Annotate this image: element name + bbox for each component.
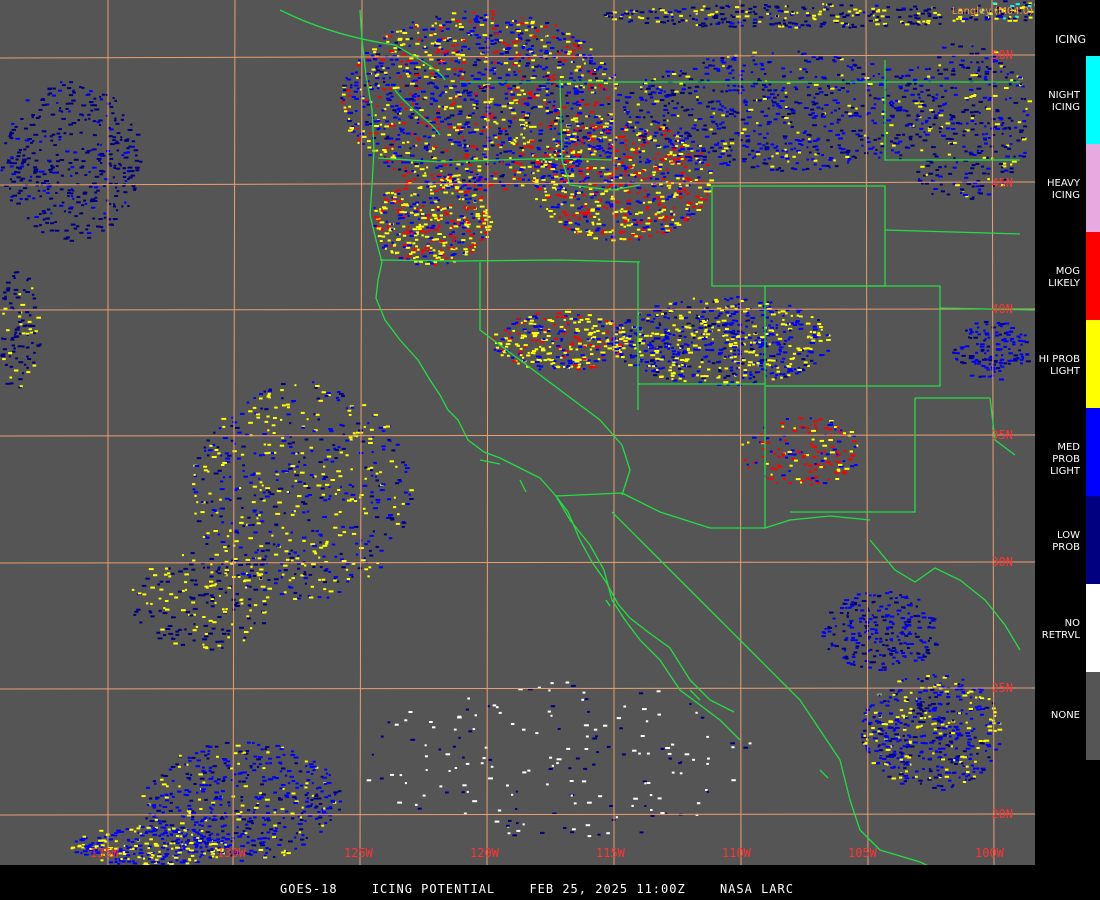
icing-potential-layer bbox=[0, 0, 1035, 865]
gridline-30n bbox=[0, 561, 1035, 564]
legend-label: MOG LIKELY bbox=[1048, 266, 1080, 289]
map-canvas bbox=[0, 0, 1035, 865]
lon-label-135w: 135W bbox=[90, 846, 119, 860]
coastline-baja-west bbox=[555, 495, 741, 741]
lat-label-30n: 30N bbox=[991, 555, 1013, 569]
footer-caption: GOES-18 ICING POTENTIAL FEB 25, 2025 11:… bbox=[0, 882, 1100, 900]
legend-item-mog-likely: MOG LIKELY bbox=[1035, 232, 1100, 320]
gridline-35n bbox=[0, 434, 1035, 437]
lat-label-40n: 40N bbox=[991, 302, 1013, 316]
lat-lon-grid bbox=[0, 0, 1035, 865]
footer-agency: NASA LARC bbox=[719, 882, 794, 896]
coastline-islands bbox=[479, 459, 829, 779]
legend-item-heavy-icing: HEAVY ICING bbox=[1035, 144, 1100, 232]
footer-satellite: GOES-18 bbox=[280, 882, 338, 896]
legend-item-no-retrvl: NO RETRVL bbox=[1035, 584, 1100, 672]
border-us-mex bbox=[555, 492, 871, 529]
legend-item-night-icing: NIGHT ICING bbox=[1035, 56, 1100, 144]
lon-label-105w: 105W bbox=[848, 846, 877, 860]
lon-label-110w: 110W bbox=[722, 846, 751, 860]
lon-label-130w: 130W bbox=[217, 846, 246, 860]
legend-item-none: NONE bbox=[1035, 672, 1100, 760]
lat-label-45n: 45N bbox=[991, 176, 1013, 190]
legend-item-low-prob: LOW PROB bbox=[1035, 496, 1100, 584]
lat-label-25n: 25N bbox=[991, 681, 1013, 695]
legend-label: NIGHT ICING bbox=[1048, 90, 1080, 113]
legend-swatch bbox=[1086, 408, 1100, 496]
legend-swatch bbox=[1086, 320, 1100, 408]
legend-swatch bbox=[1086, 56, 1100, 144]
legend-label: HEAVY ICING bbox=[1047, 178, 1080, 201]
legend-item-med-prob-light: MED PROB LIGHT bbox=[1035, 408, 1100, 496]
coastline-puget bbox=[279, 9, 446, 136]
legend-item-hi-prob-light: HI PROB LIGHT bbox=[1035, 320, 1100, 408]
legend-label: MED PROB LIGHT bbox=[1050, 442, 1080, 477]
legend-label: HI PROB LIGHT bbox=[1038, 354, 1080, 377]
lat-label-35n: 35N bbox=[991, 428, 1013, 442]
legend-label: LOW PROB bbox=[1052, 530, 1080, 553]
border-ca-az bbox=[621, 444, 631, 496]
legend-swatch bbox=[1086, 672, 1100, 760]
footer-datetime: FEB 25, 2025 11:00Z bbox=[529, 882, 686, 896]
border-wy bbox=[711, 185, 886, 287]
legend-label: NONE bbox=[1050, 710, 1080, 721]
legend-label: NO RETRVL bbox=[1041, 618, 1080, 641]
legend: ICING NIGHT ICING HEAVY ICING MOG LIKELY… bbox=[1035, 0, 1100, 900]
lat-label-20n: 20N bbox=[991, 807, 1013, 821]
lon-label-100w: 100W bbox=[975, 846, 1004, 860]
legend-swatch bbox=[1086, 232, 1100, 320]
gridline-25n bbox=[0, 687, 1035, 690]
icing-map: 50N 45N 40N 35N 30N 25N 20N 135W 130W 12… bbox=[0, 0, 1035, 865]
credit-label: Langley (M04.0) bbox=[951, 6, 1033, 17]
gridline-40n bbox=[0, 308, 1035, 311]
legend-swatch bbox=[1086, 144, 1100, 232]
footer-product: ICING POTENTIAL bbox=[371, 882, 496, 896]
legend-title: ICING bbox=[1055, 33, 1086, 46]
lon-label-115w: 115W bbox=[596, 846, 625, 860]
lat-label-50n: 50N bbox=[991, 48, 1013, 62]
gridline-45n bbox=[0, 181, 1035, 186]
gridline-130w bbox=[232, 0, 236, 865]
legend-swatch bbox=[1086, 496, 1100, 584]
gridline-110w bbox=[739, 0, 742, 865]
lon-label-125w: 125W bbox=[344, 846, 373, 860]
legend-swatch bbox=[1086, 584, 1100, 672]
gridline-105w bbox=[865, 0, 869, 865]
gridline-120w bbox=[486, 0, 489, 865]
border-tx bbox=[989, 397, 1016, 456]
lon-label-120w: 120W bbox=[470, 846, 499, 860]
